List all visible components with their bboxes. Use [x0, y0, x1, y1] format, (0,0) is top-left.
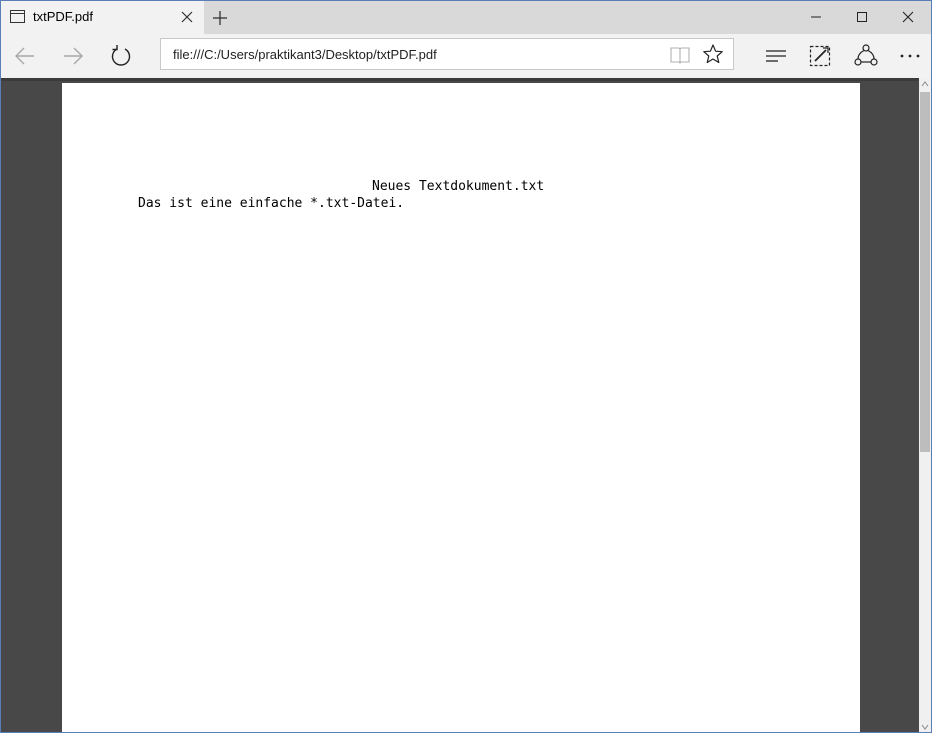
tab-txtpdf[interactable]: txtPDF.pdf [1, 1, 204, 34]
arrow-left-icon[interactable] [12, 43, 38, 69]
scroll-down-icon[interactable] [919, 721, 931, 733]
vertical-scrollbar[interactable] [919, 78, 931, 733]
minimize-icon [811, 16, 821, 18]
share-icon[interactable] [853, 43, 879, 69]
pdf-page: Neues Textdokument.txt Das ist eine einf… [62, 83, 860, 732]
new-tab-icon[interactable] [210, 8, 230, 28]
maximize-icon [857, 12, 867, 22]
document-heading: Neues Textdokument.txt [372, 179, 545, 194]
address-url: file:///C:/Users/praktikant3/Desktop/txt… [173, 47, 437, 62]
more-icon[interactable] [897, 43, 923, 69]
scrollbar-thumb[interactable] [920, 92, 930, 452]
browser-window: txtPDF.pdf file:///C:/Users/praktikant3/… [0, 0, 932, 733]
web-note-icon[interactable] [807, 43, 833, 69]
page-icon [10, 10, 25, 23]
minimize-button[interactable] [793, 1, 839, 33]
maximize-button[interactable] [839, 1, 885, 33]
arrow-right-icon[interactable] [60, 43, 86, 69]
title-bar: txtPDF.pdf [1, 1, 931, 34]
scroll-up-icon[interactable] [919, 78, 931, 90]
hub-icon[interactable] [763, 43, 789, 69]
address-bar[interactable]: file:///C:/Users/praktikant3/Desktop/txt… [160, 38, 734, 70]
document-line: Das ist eine einfache *.txt-Datei. [138, 196, 405, 211]
tab-close-icon[interactable] [178, 8, 196, 26]
close-button[interactable] [885, 1, 931, 33]
tab-title: txtPDF.pdf [33, 9, 93, 24]
book-icon[interactable] [669, 45, 691, 65]
pdf-viewer[interactable]: Neues Textdokument.txt Das ist eine einf… [1, 78, 919, 732]
star-icon[interactable] [702, 43, 724, 65]
close-icon [902, 11, 914, 23]
viewer-top-border [1, 78, 919, 81]
refresh-icon[interactable] [108, 43, 134, 69]
navigation-bar: file:///C:/Users/praktikant3/Desktop/txt… [1, 34, 931, 78]
